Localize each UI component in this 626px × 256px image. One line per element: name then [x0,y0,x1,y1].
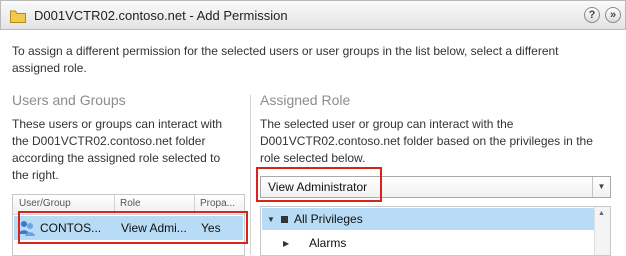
expand-down-icon[interactable]: ▼ [267,215,275,224]
users-and-groups-description: These users or groups can interact with … [12,116,222,184]
description-line: according the assigned role selected to [12,151,221,165]
column-header-role[interactable]: Role [120,198,141,209]
chevron-down-icon[interactable]: ▼ [592,177,610,197]
tree-item-label: Alarms [309,236,347,250]
description-line: These users or groups can interact with [12,117,223,131]
column-header-propagate[interactable]: Propa... [200,198,235,209]
column-divider [250,95,251,255]
description-line: the D001VCTR02.contoso.net folder [12,134,206,148]
window-title: D001VCTR02.contoso.net - Add Permission [34,8,288,23]
description-line: the right. [12,168,59,182]
users-and-groups-title: Users and Groups [12,92,126,108]
description-line: D001VCTR02.contoso.net folder based on t… [260,134,593,148]
help-button[interactable]: ? [584,7,600,23]
scroll-up-icon[interactable]: ▲ [598,210,605,217]
title-bar: D001VCTR02.contoso.net - Add Permission … [0,0,626,30]
tree-item-all-privileges[interactable]: ▼ All Privileges [262,208,595,230]
highlight-box-role [256,167,382,202]
intro-text: To assign a different permission for the… [12,43,612,77]
privileges-tree: ▼ All Privileges ▶ Alarms ▲ [260,206,611,256]
partial-check-icon[interactable] [281,216,288,223]
intro-line: To assign a different permission for the… [12,44,559,58]
expand-right-icon[interactable]: ▶ [283,239,289,248]
description-line: The selected user or group can interact … [260,117,514,131]
tree-item-label: All Privileges [294,212,363,226]
assigned-role-title: Assigned Role [260,92,351,108]
column-header-user-group[interactable]: User/Group [19,198,71,209]
folder-icon [10,10,26,23]
intro-line: assigned role. [12,61,87,75]
highlight-box-row [18,211,248,244]
tree-scrollbar[interactable]: ▲ [594,207,610,255]
assigned-role-description: The selected user or group can interact … [260,116,593,167]
description-line: role selected below. [260,151,366,165]
close-button[interactable]: » [605,7,621,23]
